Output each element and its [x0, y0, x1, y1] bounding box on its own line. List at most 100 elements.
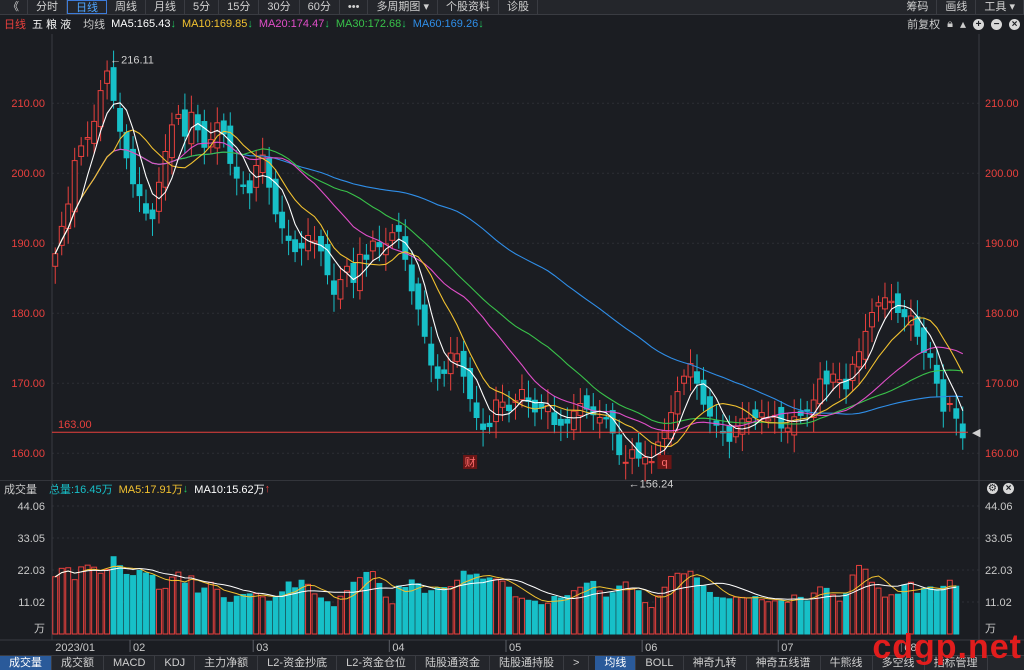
price-tick-right: 160.00	[985, 448, 1019, 460]
tabs-scroll-right-icon[interactable]: >	[564, 656, 590, 670]
volume-bar	[538, 604, 545, 635]
volume-bar	[181, 582, 188, 635]
volume-bar	[596, 590, 603, 635]
candle-body	[499, 401, 506, 408]
candle-body	[830, 373, 837, 383]
volume-bar	[259, 596, 266, 635]
tab-l2-bottom[interactable]: L2-资金抄底	[258, 656, 338, 670]
reference-line-label: 163.00	[58, 419, 92, 431]
candle-body	[551, 412, 558, 425]
candle-body	[856, 351, 863, 368]
candle-body	[888, 300, 895, 304]
tab-ma[interactable]: 均线	[595, 656, 637, 670]
candle-body	[369, 240, 376, 252]
volume-bar	[240, 593, 247, 635]
volume-bar	[642, 602, 649, 635]
volume-bar	[441, 587, 448, 635]
candle-body	[292, 239, 299, 253]
candle-body	[616, 434, 623, 456]
price-tick-left: 170.00	[11, 378, 45, 390]
candle-body	[331, 280, 337, 295]
candle-body	[622, 461, 629, 464]
volume-bar	[726, 598, 733, 635]
candle-body	[959, 423, 966, 439]
candle-body	[817, 378, 824, 405]
candle-body	[758, 412, 765, 418]
volume-bar	[194, 592, 201, 635]
price-tick-right: 170.00	[985, 378, 1019, 390]
volume-bar	[557, 597, 564, 635]
volume-bar	[635, 590, 642, 635]
volume-bar	[629, 588, 636, 635]
candle-body	[823, 370, 830, 385]
volume-bar	[732, 596, 739, 635]
tab-magic-nine[interactable]: 神奇九转	[684, 656, 747, 670]
volume-bar	[609, 592, 616, 635]
volume-bar	[149, 574, 156, 635]
price-tick-left: 180.00	[11, 308, 45, 320]
candle-body	[337, 279, 344, 300]
candle-body	[97, 90, 104, 128]
kline-chart[interactable]: 210.00 210.00 200.00 200.00 190.00 190.00 180.…	[0, 0, 1024, 669]
candle-body	[123, 131, 130, 159]
candle-body	[104, 70, 111, 84]
candle-body	[376, 242, 383, 248]
tab-northbound-flow[interactable]: 陆股通资金	[416, 656, 490, 670]
volume-bar	[395, 585, 402, 635]
candle-body	[953, 408, 960, 419]
tab-boll[interactable]: BOLL	[636, 656, 684, 670]
volume-bar	[168, 576, 175, 635]
volume-bar	[531, 600, 538, 635]
volume-bar	[376, 582, 383, 635]
volume-bar	[97, 572, 104, 635]
volume-bar	[648, 607, 655, 635]
candles	[52, 50, 966, 482]
candle-body	[557, 418, 564, 426]
candle-body	[402, 236, 409, 260]
volume-bar	[408, 579, 415, 635]
candle-body	[143, 203, 149, 214]
candle-body	[298, 242, 305, 249]
candle-body	[564, 418, 571, 424]
volume-bar	[739, 596, 746, 635]
tab-l2-position[interactable]: L2-资金仓位	[337, 656, 416, 670]
volume-bar	[162, 587, 169, 635]
candle-body	[305, 235, 312, 252]
price-tick-left: 160.00	[11, 448, 45, 460]
tab-volume[interactable]: 成交量	[0, 656, 52, 670]
candle-body	[882, 297, 888, 310]
volume-tick-left: 44.06	[17, 501, 45, 513]
volume-bar	[551, 596, 558, 635]
volume-bar	[823, 587, 830, 635]
volume-bar	[525, 599, 532, 635]
tab-bull-bear[interactable]: 牛熊线	[821, 656, 873, 670]
candle-body	[875, 302, 882, 307]
volume-bar	[279, 591, 286, 635]
volume-bar	[506, 586, 512, 635]
tab-kdj[interactable]: KDJ	[155, 656, 196, 670]
tab-northbound-holding[interactable]: 陆股通持股	[490, 656, 564, 670]
tab-main-net[interactable]: 主力净额	[195, 656, 259, 670]
volume-bar	[421, 592, 428, 635]
candle-body	[395, 225, 402, 232]
volume-bar	[674, 572, 681, 635]
candle-body	[363, 254, 370, 260]
volume-bar	[564, 595, 571, 635]
tab-magic-five[interactable]: 神奇五线谱	[747, 656, 821, 670]
volume-bar	[687, 570, 694, 635]
volume-bar	[58, 567, 65, 635]
volume-bar	[668, 575, 675, 635]
volume-tick-left: 22.03	[17, 565, 45, 577]
candle-body	[519, 389, 525, 401]
price-tick-right: 190.00	[985, 238, 1019, 250]
tab-macd[interactable]: MACD	[104, 656, 156, 670]
low-annotation: ←156.24	[629, 479, 674, 491]
tab-turnover[interactable]: 成交额	[52, 656, 104, 670]
candle-body	[71, 160, 78, 213]
volume-unit-left: 万	[34, 623, 45, 635]
volume-bar	[402, 587, 409, 635]
volume-bar	[214, 588, 221, 635]
volume-bar	[784, 601, 791, 635]
candle-body	[946, 403, 953, 405]
candle-body	[285, 235, 292, 241]
